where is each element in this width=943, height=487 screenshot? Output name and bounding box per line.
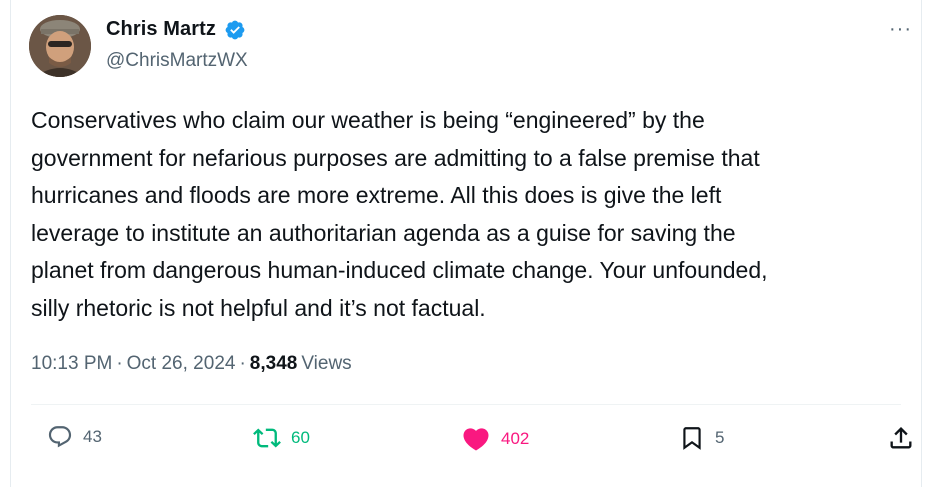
more-options-icon[interactable]: ···	[889, 18, 912, 41]
tweet-card: Chris Martz @ChrisMartzWX ··· Conservati…	[10, 0, 922, 487]
avatar-image	[29, 15, 91, 77]
views-label: Views	[301, 353, 352, 374]
author-name-row: Chris Martz	[106, 18, 246, 41]
reply-count: 43	[83, 427, 102, 446]
verified-badge-icon	[225, 20, 245, 39]
views-count: 8,348	[249, 353, 298, 374]
meta-separator-2: ·	[239, 353, 246, 374]
retweet-button[interactable]: 60	[253, 424, 310, 452]
share-icon	[890, 427, 912, 449]
divider	[31, 404, 901, 405]
share-button[interactable]	[887, 424, 915, 452]
bookmark-button[interactable]: 5	[679, 424, 724, 452]
retweet-icon	[253, 428, 281, 448]
reply-icon	[48, 426, 72, 448]
author-handle[interactable]: @ChrisMartzWX	[106, 50, 248, 72]
retweet-count: 60	[291, 428, 310, 447]
reply-button[interactable]: 43	[47, 424, 102, 450]
action-bar: 43 60 402 5	[31, 424, 912, 464]
bookmark-count: 5	[715, 428, 725, 447]
tweet-meta: 10:13 PM · Oct 26, 2024 · 8,348 Views	[31, 353, 352, 375]
meta-separator: ·	[116, 353, 123, 374]
tweet-text: Conservatives who claim our weather is b…	[31, 107, 768, 321]
heart-icon	[463, 428, 489, 451]
like-button[interactable]: 402	[461, 424, 529, 454]
tweet-time[interactable]: 10:13 PM	[31, 353, 112, 375]
bookmark-icon	[683, 427, 701, 450]
avatar[interactable]	[29, 15, 91, 77]
like-count: 402	[501, 429, 530, 448]
display-name[interactable]: Chris Martz	[106, 18, 216, 41]
tweet-date[interactable]: Oct 26, 2024	[127, 353, 236, 375]
